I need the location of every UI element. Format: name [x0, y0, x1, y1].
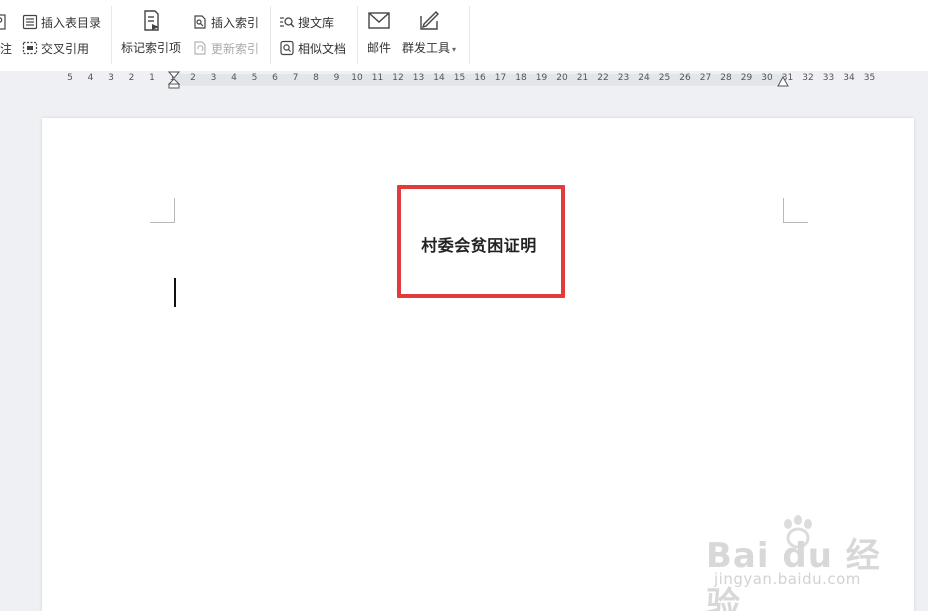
- ruler-tick-label: 14: [433, 73, 445, 83]
- ruler-tick-label: 33: [822, 73, 835, 83]
- insert-index-icon: [194, 15, 206, 29]
- update-index-label: 更新索引: [211, 41, 260, 56]
- cross-reference-icon: [22, 41, 38, 55]
- ruler-tick-label: 23: [617, 73, 630, 83]
- table-of-figures-icon: [22, 14, 38, 30]
- insert-endnote-button[interactable]: 注: [0, 38, 12, 58]
- margin-corner-top-right: [783, 198, 808, 223]
- search-icon: [280, 17, 295, 28]
- ruler-tick-label: 29: [740, 73, 753, 83]
- ruler-tick-label: 11: [371, 73, 384, 83]
- ruler-tick-label: 8: [313, 73, 319, 83]
- mass-send-tools-button[interactable]: 群发工具 ▾: [402, 8, 456, 56]
- ruler-tick-label: 12: [392, 73, 404, 83]
- footnote-button-top[interactable]: [0, 12, 11, 32]
- insert-index-label: 插入索引: [211, 15, 260, 30]
- ribbon-separator: [111, 6, 112, 64]
- ruler-tick-label: 34: [843, 73, 855, 83]
- wps-writer-window: 注 插入表目录 交叉引用 标记索引项 插入索引 更新索引 搜文库 相似文档 邮件…: [0, 0, 928, 611]
- ruler-tick-label: 21: [576, 73, 589, 83]
- text-cursor: [174, 278, 176, 307]
- left-indent-marker-icon[interactable]: [168, 71, 180, 89]
- ruler-tick-label: 19: [535, 73, 548, 83]
- insert-index-button[interactable]: 插入索引: [192, 12, 259, 32]
- ribbon-separator: [469, 6, 470, 64]
- similar-documents-icon: [280, 40, 294, 56]
- ruler-tick-label: 2: [128, 73, 135, 83]
- update-index-button[interactable]: 更新索引: [192, 38, 259, 58]
- ruler-tick-label: 22: [597, 73, 609, 83]
- similar-documents-label: 相似文档: [298, 41, 347, 56]
- right-indent-marker-icon[interactable]: [777, 76, 789, 88]
- ruler-tick-label: 16: [474, 73, 486, 83]
- cross-reference-label: 交叉引用: [41, 41, 90, 56]
- ruler-tick-label: 15: [453, 73, 466, 83]
- ruler-tick-label: 17: [494, 73, 507, 83]
- mark-index-entry-label: 标记索引项: [121, 41, 182, 55]
- footnote-icon: [0, 14, 6, 30]
- mass-send-tools-label-wrap: 群发工具 ▾: [402, 39, 456, 56]
- ruler-tick-label: 3: [108, 73, 114, 83]
- update-index-icon: [194, 41, 206, 55]
- mark-index-entry-button[interactable]: 标记索引项: [121, 8, 181, 56]
- ruler-tick-label: 18: [515, 73, 527, 83]
- search-library-button[interactable]: 搜文库: [279, 12, 334, 32]
- horizontal-ruler[interactable]: 5 4 3 2 1 1 2 3 4 5 6 7 8 9 10 11 12 13 14 15 16 17 18 19 20 21 22…: [0, 71, 928, 89]
- ruler-tick-label: 1: [149, 73, 155, 83]
- insert-endnote-label: 注: [0, 41, 13, 56]
- mark-index-icon: [144, 10, 159, 31]
- ruler-tick-label: 3: [210, 73, 217, 83]
- cross-reference-button[interactable]: 交叉引用: [22, 38, 89, 58]
- ruler-tick-label: 25: [658, 73, 671, 83]
- mass-send-tools-label: 群发工具: [402, 41, 451, 55]
- ruler-tick-label: 26: [679, 73, 691, 83]
- ruler-tick-label: 4: [231, 73, 237, 83]
- mass-send-icon: [420, 11, 440, 30]
- insert-table-of-figures-button[interactable]: 插入表目录: [22, 12, 101, 32]
- ruler-tick-label: 27: [699, 73, 712, 83]
- ruler-tick-label: 2: [190, 73, 196, 83]
- envelope-icon: [368, 12, 390, 29]
- ruler-tick-label: 4: [87, 73, 94, 83]
- ruler-tick-label: 10: [351, 73, 363, 83]
- ribbon-separator: [270, 6, 271, 64]
- ruler-tick-label: 7: [292, 73, 299, 83]
- ruler-tick-label: 20: [556, 73, 568, 83]
- ribbon-separator: [357, 6, 358, 64]
- mail-button[interactable]: 邮件: [366, 8, 392, 56]
- similar-documents-button[interactable]: 相似文档: [279, 38, 346, 58]
- ruler-tick-label: 13: [412, 73, 425, 83]
- ruler-tick-label: 30: [761, 73, 773, 83]
- ruler-tick-label: 5: [67, 73, 73, 83]
- document-title[interactable]: 村委会贫困证明: [397, 232, 561, 256]
- ruler-tick-label: 35: [863, 73, 876, 83]
- ribbon-toolbar: 注 插入表目录 交叉引用 标记索引项 插入索引 更新索引 搜文库 相似文档 邮件…: [0, 0, 928, 72]
- ruler-tick-label: 24: [638, 73, 650, 83]
- document-page[interactable]: 村委会贫困证明: [42, 118, 914, 611]
- ruler-tick-label: 9: [333, 73, 340, 83]
- ruler-tick-label: 5: [251, 73, 258, 83]
- ruler-tick-label: 28: [720, 73, 732, 83]
- search-library-label: 搜文库: [298, 15, 335, 30]
- chevron-down-icon: ▾: [452, 45, 457, 54]
- insert-table-of-figures-label: 插入表目录: [41, 15, 102, 30]
- ruler-tick-label: 6: [272, 73, 278, 83]
- margin-corner-top-left: [150, 198, 175, 223]
- mail-label: 邮件: [366, 41, 391, 55]
- ruler-tick-label: 32: [802, 73, 814, 83]
